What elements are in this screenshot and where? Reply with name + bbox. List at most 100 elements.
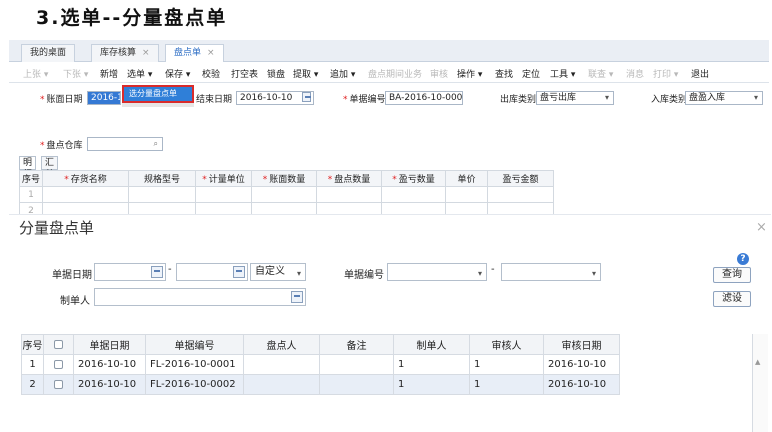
scroll-up-icon[interactable]: ▲ <box>755 358 760 366</box>
table-row[interactable]: 1 2016-10-10 FL-2016-10-0001 1 1 2016-10… <box>21 354 620 375</box>
doc-no-from-select[interactable]: ▾ <box>387 263 487 281</box>
toolbar-save[interactable]: 保存 ▾ <box>165 67 190 80</box>
close-icon[interactable]: × <box>207 48 215 58</box>
date-label: * 账面日期 <box>40 95 83 105</box>
chevron-down-icon: ▾ <box>604 93 609 102</box>
doc-no-field[interactable]: BA-2016-10-0001 <box>385 91 463 105</box>
calendar-icon[interactable] <box>233 266 245 278</box>
in-type-select[interactable]: 盘盈入库 ▾ <box>685 91 763 105</box>
tab-label: 我的桌面 <box>30 48 67 58</box>
tab-desktop[interactable]: 我的桌面 <box>21 44 76 62</box>
out-type-select[interactable]: 盘亏出库 ▾ <box>536 91 614 105</box>
end-date-label: 结束日期 <box>196 95 233 105</box>
search-icon[interactable]: ⌕ <box>154 138 158 150</box>
toolbar-exit[interactable]: 退出 <box>691 67 709 80</box>
vertical-scrollbar[interactable] <box>752 334 768 432</box>
toolbar-operate[interactable]: 操作 ▾ <box>457 67 482 80</box>
chevron-down-icon: ▾ <box>753 93 758 102</box>
toolbar-locate[interactable]: 定位 <box>522 67 540 80</box>
toolbar-print-blank[interactable]: 打空表 <box>231 67 258 80</box>
dialog-title: 分量盘点单 <box>19 219 95 237</box>
table-row[interactable]: 2 2016-10-10 FL-2016-10-0002 1 1 2016-10… <box>21 374 620 395</box>
toolbar-select-doc[interactable]: 选单 ▾ <box>127 67 152 80</box>
toolbar-audit[interactable]: 审核 <box>430 67 448 80</box>
column-header: 单据日期 <box>73 334 146 355</box>
column-header: 序号 <box>19 170 43 187</box>
doc-no-to-select[interactable]: ▾ <box>501 263 601 281</box>
date-range-select[interactable]: 自定义 ▾ <box>250 263 306 281</box>
query-button[interactable]: 查询 <box>713 267 751 283</box>
dropdown-item-select-split-stocktake[interactable]: 选分量盘点单 <box>122 85 194 103</box>
close-icon[interactable]: × <box>756 220 767 235</box>
column-header: 审核人 <box>469 334 544 355</box>
end-date-field[interactable]: 2016-10-10 <box>236 91 314 105</box>
column-header <box>43 334 74 355</box>
date-to-field[interactable] <box>176 263 248 281</box>
column-header: 序号 <box>21 334 44 355</box>
chevron-down-icon: ▾ <box>296 269 301 278</box>
column-header: 制单人 <box>393 334 470 355</box>
dash: - <box>491 264 495 275</box>
in-type-label: 入库类别 <box>651 95 688 105</box>
toolbar-extract[interactable]: 提取 ▾ <box>293 67 318 80</box>
column-header: 盘点人 <box>243 334 320 355</box>
warehouse-field[interactable]: ⌕ <box>87 137 163 151</box>
toolbar-linked-query[interactable]: 联查 ▾ <box>588 67 613 80</box>
maker-field[interactable] <box>94 288 306 306</box>
tab-stocktake[interactable]: 盘点单 × <box>165 44 224 62</box>
tab-summary[interactable]: 汇总 <box>41 156 59 180</box>
tab-label: 盘点单 <box>174 48 202 58</box>
result-grid: 序号 单据日期 单据编号 盘点人 备注 制单人 审核人 审核日期 1 2016-… <box>21 334 620 395</box>
tab-label: 库存核算 <box>100 48 137 58</box>
column-header: * 盈亏数量 <box>381 170 446 187</box>
maker-label: 制单人 <box>60 296 90 307</box>
tab-detail[interactable]: 明细 <box>19 156 37 180</box>
warehouse-label: * 盘点仓库 <box>40 141 83 151</box>
dropdown-shadow <box>122 103 194 107</box>
column-header: 备注 <box>319 334 394 355</box>
tab-inventory-accounting[interactable]: 库存核算 × <box>91 44 159 62</box>
column-header: * 计量单位 <box>195 170 252 187</box>
toolbar-append[interactable]: 追加 ▾ <box>330 67 355 80</box>
help-icon[interactable]: ? <box>737 253 749 265</box>
close-icon[interactable]: × <box>142 48 150 58</box>
doc-no-label: * 单据编号 <box>343 95 386 105</box>
column-header: 单据编号 <box>145 334 244 355</box>
picker-icon[interactable] <box>291 291 303 303</box>
row-checkbox[interactable] <box>54 379 63 389</box>
calendar-icon[interactable] <box>302 92 311 102</box>
toolbar-new[interactable]: 新增 <box>100 67 118 80</box>
calendar-icon[interactable] <box>151 266 163 278</box>
date-from-field[interactable] <box>94 263 166 281</box>
column-header: * 账面数量 <box>251 170 317 187</box>
date-field[interactable]: 2016-10 <box>87 91 121 105</box>
column-header: * 存货名称 <box>42 170 129 187</box>
toolbar-lock[interactable]: 锁盘 <box>267 67 285 80</box>
toolbar-find[interactable]: 查找 <box>495 67 513 80</box>
column-header: 单价 <box>445 170 488 187</box>
dialog-date-label: 单据日期 <box>52 270 92 281</box>
dash: - <box>168 264 172 275</box>
tab-bar: 我的桌面 库存核算 × 盘点单 × <box>9 40 769 62</box>
toolbar-next[interactable]: 下张 ▾ <box>63 67 88 80</box>
column-header: 审核日期 <box>543 334 620 355</box>
column-header: 规格型号 <box>128 170 196 187</box>
select-all-checkbox[interactable] <box>54 339 63 349</box>
row-checkbox[interactable] <box>54 359 63 369</box>
toolbar: 上张 ▾ 下张 ▾ 新增 选单 ▾ 保存 ▾ 校验 打空表 锁盘 提取 ▾ 追加… <box>9 63 769 83</box>
toolbar-print[interactable]: 打印 ▾ <box>653 67 678 80</box>
filter-settings-button[interactable]: 滤设 <box>713 291 751 307</box>
chevron-down-icon: ▾ <box>591 269 596 278</box>
dialog-doc-no-label: 单据编号 <box>344 270 384 281</box>
toolbar-message[interactable]: 消息 <box>626 67 644 80</box>
split-stocktake-dialog <box>9 214 771 432</box>
chevron-down-icon: ▾ <box>477 269 482 278</box>
out-type-label: 出库类别 <box>500 95 537 105</box>
toolbar-tools[interactable]: 工具 ▾ <box>550 67 575 80</box>
page-heading: 3.选单--分量盘点单 <box>36 7 228 29</box>
column-header: 盈亏金额 <box>487 170 554 187</box>
table-row[interactable]: 1 <box>19 186 554 203</box>
toolbar-verify[interactable]: 校验 <box>202 67 220 80</box>
toolbar-prev[interactable]: 上张 ▾ <box>23 67 48 80</box>
toolbar-period-business[interactable]: 盘点期间业务 <box>368 67 422 80</box>
